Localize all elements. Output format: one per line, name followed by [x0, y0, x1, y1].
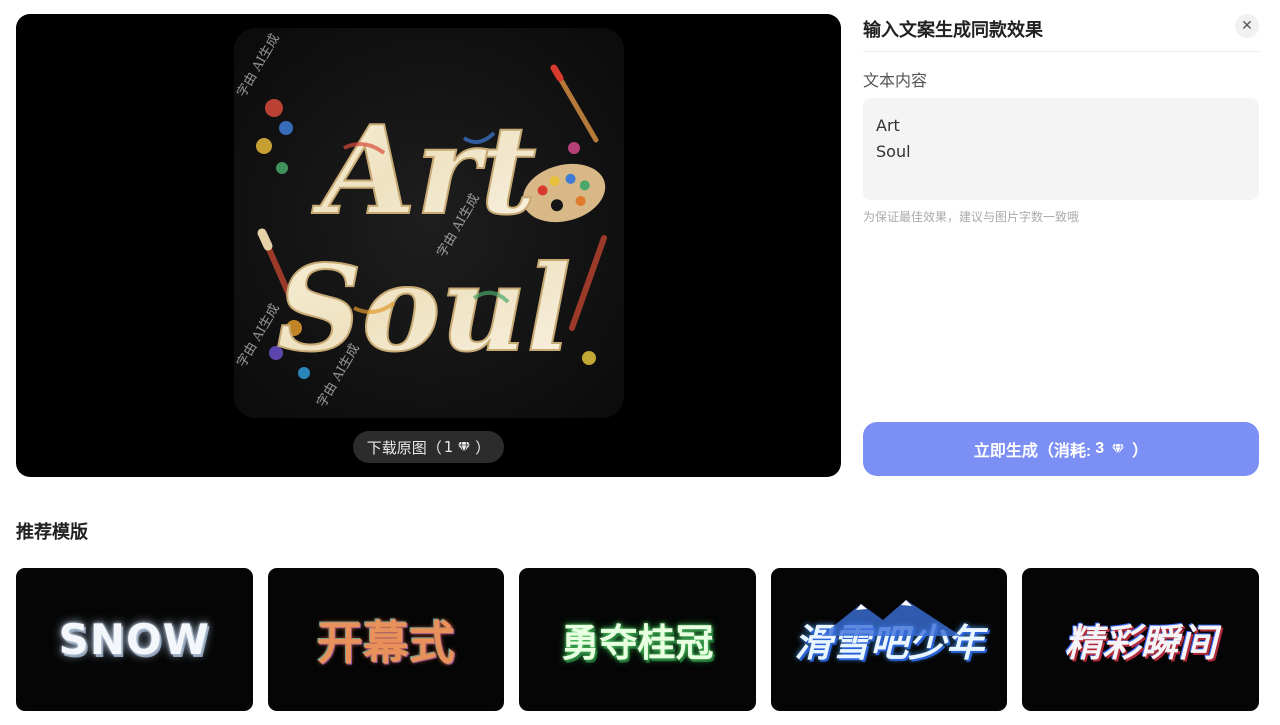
recommended-templates-title: 推荐模版 — [16, 522, 88, 543]
side-panel-title: 输入文案生成同款效果 — [863, 20, 1043, 41]
download-original-button[interactable]: 下载原图（ 1 ） — [353, 431, 504, 463]
generate-now-button[interactable]: 立即生成（消耗: 3 ） — [863, 422, 1259, 476]
mountain-decoration — [820, 600, 961, 636]
template-card-opening[interactable]: 开幕式 — [267, 568, 505, 711]
template-label: 勇夺桂冠 — [561, 621, 714, 665]
artwork-word-art: Art — [311, 98, 536, 242]
template-label: SNOW — [58, 615, 211, 664]
diamond-gem-icon — [1112, 443, 1125, 455]
preview-panel: Art Soul 字由 AI生成 字由 AI生成 字由 AI生成 字由 AI生成… — [16, 14, 841, 477]
artwork-word-soul: Soul — [277, 239, 572, 378]
side-panel: 输入文案生成同款效果 ✕ 文本内容 为保证最佳效果，建议与图片字数一致哦 立即生… — [863, 14, 1259, 477]
template-card-champion[interactable]: 勇夺桂冠 — [519, 568, 756, 711]
template-label: 精彩瞬间 — [1064, 621, 1217, 665]
generate-label: 立即生成（消耗: — [973, 443, 1092, 460]
divider — [863, 51, 1259, 52]
download-close-paren: ） — [475, 438, 491, 457]
diamond-gem-icon — [458, 441, 471, 453]
template-card-ski[interactable]: 滑雪吧少年 — [770, 568, 1008, 711]
generate-cost: 3 — [1095, 440, 1105, 457]
template-card-moment[interactable]: 精彩瞬间 — [1022, 568, 1259, 711]
hint-text: 为保证最佳效果，建议与图片字数一致哦 — [863, 210, 1080, 224]
download-label: 下载原图（ — [366, 438, 442, 457]
download-cost: 1 — [443, 438, 454, 456]
close-icon[interactable]: ✕ — [1235, 14, 1259, 38]
template-label: 开幕式 — [316, 615, 455, 670]
text-content-label: 文本内容 — [863, 71, 928, 90]
template-card-snow[interactable]: SNOW — [16, 568, 253, 711]
text-content-input[interactable] — [863, 98, 1259, 200]
generate-close-paren: ） — [1132, 443, 1149, 460]
artwork-image: Art Soul 字由 AI生成 字由 AI生成 字由 AI生成 字由 AI生成 — [234, 28, 624, 418]
preview-artwork: Art Soul 字由 AI生成 字由 AI生成 字由 AI生成 字由 AI生成 — [234, 28, 624, 418]
template-list: SNOW 开幕式 勇夺桂冠 滑雪吧少年 精彩瞬间 — [16, 568, 1259, 711]
